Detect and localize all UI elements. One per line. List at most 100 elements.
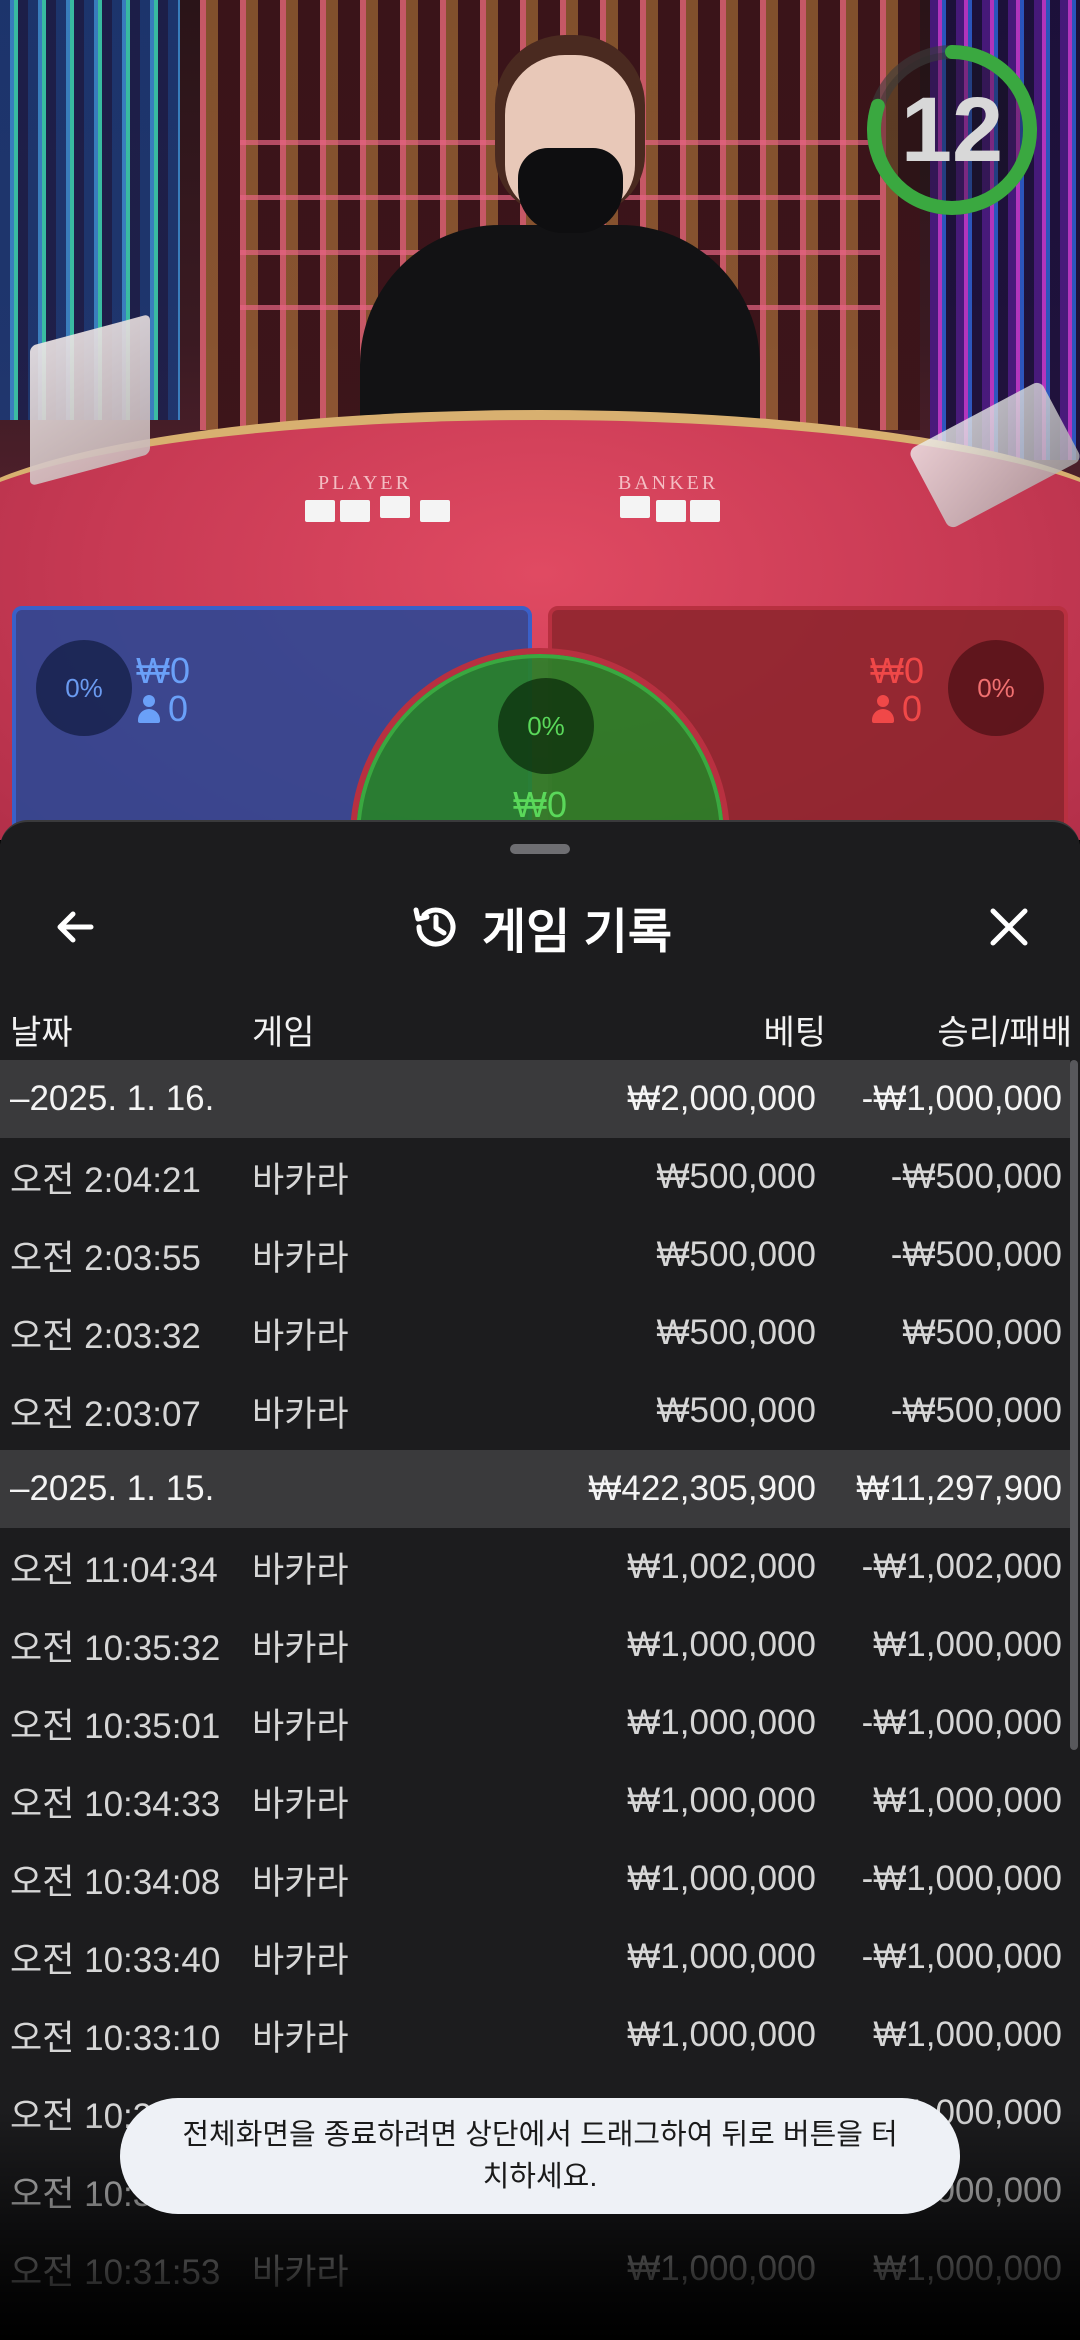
row-date: –2025. 1. 15. bbox=[10, 1469, 215, 1508]
row-result: -₩1,000,000 bbox=[861, 1859, 1062, 1898]
column-header-game: 게임 bbox=[252, 1013, 315, 1052]
column-header-date: 날짜 bbox=[10, 1013, 73, 1052]
banker-bet-stats: ₩0 0 bbox=[870, 652, 924, 728]
sheet-header: 게임 기록 bbox=[0, 872, 1080, 982]
row-game: 바카라 bbox=[252, 2018, 349, 2058]
row-bet: ₩1,000,000 bbox=[627, 1937, 816, 1976]
row-bet: ₩1,000,000 bbox=[627, 1781, 816, 1820]
table-row: 오전 10:35:01 바카라 ₩1,000,000 -₩1,000,000 bbox=[0, 1684, 1070, 1762]
player-card bbox=[305, 500, 335, 522]
row-bet: ₩1,000,000 bbox=[627, 1625, 816, 1664]
row-bet: ₩500,000 bbox=[656, 1391, 816, 1430]
row-date: 오전 10:34:33 bbox=[10, 1784, 221, 1824]
banker-card bbox=[690, 500, 720, 522]
row-date: 오전 2:03:32 bbox=[10, 1316, 201, 1356]
player-card bbox=[420, 500, 450, 522]
sheet-title-group: 게임 기록 bbox=[0, 892, 1080, 962]
player-bet-amount: ₩0 bbox=[136, 650, 190, 691]
row-game: 바카라 bbox=[252, 1238, 349, 1278]
table-label-banker: BANKER bbox=[618, 472, 719, 494]
table-row: 오전 10:33:10 바카라 ₩1,000,000 ₩1,000,000 bbox=[0, 1996, 1070, 2074]
row-game: 바카라 bbox=[252, 1706, 349, 1746]
row-bet: ₩500,000 bbox=[656, 1235, 816, 1274]
date-group-row[interactable]: –2025. 1. 16. ₩2,000,000 -₩1,000,000 bbox=[0, 1060, 1070, 1138]
row-bet: ₩1,002,000 bbox=[627, 1547, 816, 1586]
row-result: ₩1,000,000 bbox=[873, 2249, 1062, 2288]
row-result: ₩11,297,900 bbox=[856, 1469, 1062, 1508]
close-button[interactable] bbox=[974, 892, 1044, 962]
row-bet: ₩1,000,000 bbox=[627, 2249, 816, 2288]
row-bet: ₩422,305,900 bbox=[588, 1469, 816, 1508]
row-game: 바카라 bbox=[252, 1160, 349, 1200]
row-bet: ₩500,000 bbox=[656, 1313, 816, 1352]
table-row: 오전 10:35:32 바카라 ₩1,000,000 ₩1,000,000 bbox=[0, 1606, 1070, 1684]
history-icon bbox=[413, 907, 456, 947]
row-game: 바카라 bbox=[252, 1862, 349, 1902]
table-header: 날짜 게임 베팅 승리/패배 bbox=[0, 994, 1080, 1064]
row-game: 바카라 bbox=[252, 1784, 349, 1824]
row-date: 오전 2:04:21 bbox=[10, 1160, 201, 1200]
table-row: 오전 2:03:55 바카라 ₩500,000 -₩500,000 bbox=[0, 1216, 1070, 1294]
dealer-mask bbox=[518, 148, 623, 233]
row-date: 오전 10:31:53 bbox=[10, 2252, 221, 2292]
banker-card bbox=[656, 500, 686, 522]
table-row: 오전 10:34:08 바카라 ₩1,000,000 -₩1,000,000 bbox=[0, 1840, 1070, 1918]
row-bet: ₩1,000,000 bbox=[627, 2015, 816, 2054]
date-group-row[interactable]: –2025. 1. 15. ₩422,305,900 ₩11,297,900 bbox=[0, 1450, 1070, 1528]
row-date: 오전 10:35:32 bbox=[10, 1628, 221, 1668]
row-result: -₩1,000,000 bbox=[861, 1937, 1062, 1976]
row-bet: ₩2,000,000 bbox=[627, 1079, 816, 1118]
close-icon bbox=[990, 908, 1028, 946]
table-row: 오전 2:04:21 바카라 ₩500,000 -₩500,000 bbox=[0, 1138, 1070, 1216]
row-game: 바카라 bbox=[252, 1940, 349, 1980]
row-date: 오전 11:04:34 bbox=[10, 1550, 218, 1590]
scrollbar[interactable] bbox=[1070, 1060, 1078, 1750]
row-date: 오전 10:33:10 bbox=[10, 2018, 221, 2058]
player-percentage: 0% bbox=[36, 640, 132, 736]
row-game: 바카라 bbox=[252, 2252, 349, 2292]
column-header-bet: 베팅 bbox=[763, 1013, 826, 1052]
banker-bettor-count: 0 bbox=[902, 688, 923, 729]
row-result: -₩1,000,000 bbox=[861, 1079, 1062, 1118]
table-label-player: PLAYER bbox=[318, 472, 412, 494]
player-bet-stats: ₩0 0 bbox=[136, 652, 190, 728]
row-date: 오전 2:03:07 bbox=[10, 1394, 201, 1434]
player-card bbox=[340, 500, 370, 522]
row-game: 바카라 bbox=[252, 1394, 349, 1434]
countdown-timer: 12 bbox=[860, 38, 1044, 222]
player-bettor-count: 0 bbox=[168, 688, 189, 729]
row-result: -₩1,002,000 bbox=[861, 1547, 1062, 1586]
page-title: 게임 기록 bbox=[482, 906, 672, 959]
row-bet: ₩1,000,000 bbox=[627, 1859, 816, 1898]
row-date: 오전 10:34:08 bbox=[10, 1862, 221, 1902]
table-row: 오전 11:04:34 바카라 ₩1,002,000 -₩1,002,000 bbox=[0, 1528, 1070, 1606]
row-game: 바카라 bbox=[252, 1628, 349, 1668]
banker-bet-amount: ₩0 bbox=[870, 650, 924, 691]
row-result: ₩1,000,000 bbox=[873, 1781, 1062, 1820]
row-game: 바카라 bbox=[252, 1550, 349, 1590]
table-row: 오전 10:34:33 바카라 ₩1,000,000 ₩1,000,000 bbox=[0, 1762, 1070, 1840]
row-game: 바카라 bbox=[252, 1316, 349, 1356]
row-date: –2025. 1. 16. bbox=[10, 1079, 215, 1118]
row-result: ₩1,000,000 bbox=[873, 1625, 1062, 1664]
row-bet: ₩500,000 bbox=[656, 1157, 816, 1196]
table-row: 오전 10:33:40 바카라 ₩1,000,000 -₩1,000,000 bbox=[0, 1918, 1070, 1996]
table-row: 오전 2:03:32 바카라 ₩500,000 ₩500,000 bbox=[0, 1294, 1070, 1372]
row-result: -₩500,000 bbox=[890, 1157, 1062, 1196]
person-icon bbox=[870, 695, 896, 723]
row-result: ₩500,000 bbox=[902, 1313, 1062, 1352]
timer-value: 12 bbox=[900, 78, 1004, 181]
row-result: ₩1,000,000 bbox=[873, 2015, 1062, 2054]
row-date: 오전 10:35:01 bbox=[10, 1706, 221, 1746]
row-result: -₩1,000,000 bbox=[861, 1703, 1062, 1742]
row-result: -₩500,000 bbox=[890, 1391, 1062, 1430]
row-bet: ₩1,000,000 bbox=[627, 1703, 816, 1742]
banker-card bbox=[620, 496, 650, 518]
drag-handle[interactable] bbox=[510, 844, 570, 854]
row-result: -₩500,000 bbox=[890, 1235, 1062, 1274]
tie-percentage: 0% bbox=[498, 678, 594, 774]
banker-percentage: 0% bbox=[948, 640, 1044, 736]
person-icon bbox=[136, 695, 162, 723]
column-header-result: 승리/패배 bbox=[937, 1013, 1072, 1052]
table-row: 오전 10:31:53 바카라 ₩1,000,000 ₩1,000,000 bbox=[0, 2230, 1070, 2308]
